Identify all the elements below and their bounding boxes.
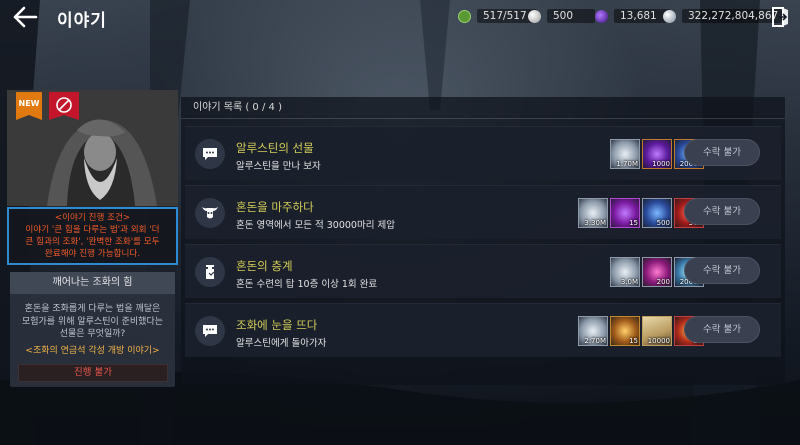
crystal-icon	[595, 9, 608, 23]
condition-line: 큰 힘과의 조화', '완벽한 조화'를 모두	[25, 237, 160, 247]
purple-chest-reward-icon[interactable]: 15	[610, 198, 640, 228]
resource-stamina: 517/517	[458, 8, 537, 24]
top-bar: 이야기 517/517 500 13,681 322,272,804,867	[0, 0, 800, 34]
character-portrait: NEW	[7, 90, 178, 206]
story-item[interactable]: 알루스틴의 선물 알루스틴을 만나 보자 1.70M 1000 20000 수락…	[185, 126, 781, 180]
reward-count: 15	[629, 337, 638, 345]
resource-silver-value: 322,272,804,867	[688, 10, 779, 22]
resource-crystal-value: 13,681	[620, 10, 657, 22]
pearl-icon	[528, 9, 541, 23]
reward-count: 1.70M	[616, 160, 638, 168]
arrow-left-icon	[13, 6, 38, 28]
tower-icon	[195, 257, 225, 287]
reward-count: 15	[629, 219, 638, 227]
story-item-subtitle: 혼돈 영역에서 모든 적 30000마리 제압	[236, 220, 395, 231]
proceed-button[interactable]: 진행 불가	[18, 364, 168, 382]
condition-line: 완료해야 진행 가능합니다.	[44, 249, 141, 259]
story-item[interactable]: 혼돈의 층계 혼돈 수련의 탑 10층 이상 1회 완료 3.0M 200 20…	[185, 244, 781, 298]
story-item-title: 조화에 눈을 뜨다	[236, 318, 318, 332]
resource-pearl: 500	[528, 8, 595, 24]
resource-stamina-value: 517/517	[483, 10, 527, 22]
story-description: 혼돈을 조화롭게 다루는 법을 깨달은 모험가를 위해 알루스틴이 준비했다는 …	[10, 303, 175, 341]
pink-crystal-reward-icon[interactable]: 200	[642, 257, 672, 287]
page-title: 이야기	[57, 11, 107, 31]
resource-pearl-value: 500	[553, 10, 574, 22]
reward-count: 2.70M	[584, 337, 606, 345]
accept-button[interactable]: 수락 불가	[684, 198, 760, 225]
back-button[interactable]	[10, 4, 40, 30]
silver-coin-reward-icon[interactable]: 3.0M	[610, 257, 640, 287]
story-desc-line: 모험가를 위해 알루스틴이 준비했다는	[21, 316, 164, 327]
stamina-icon	[458, 9, 471, 23]
accept-button[interactable]: 수락 불가	[684, 139, 760, 166]
chat-bubble-icon	[195, 316, 225, 346]
story-item-subtitle: 혼돈 수련의 탑 10층 이상 1회 완료	[236, 279, 378, 290]
story-item-subtitle: 알루스틴을 만나 보자	[236, 161, 321, 172]
unlock-description: <조화의 연금석 각성 개방 이야기>	[25, 345, 160, 356]
story-item-title: 알루스틴의 선물	[236, 141, 314, 155]
condition-line: <이야기 진행 조건>	[54, 213, 131, 223]
accept-button[interactable]: 수락 불가	[684, 257, 760, 284]
reward-count: 500	[656, 219, 670, 227]
silver-coin-reward-icon[interactable]: 1.70M	[610, 139, 640, 169]
story-item-title: 혼돈을 마주하다	[236, 200, 314, 214]
resource-silver: 322,272,804,867	[663, 8, 782, 24]
reward-count: 200	[656, 278, 670, 286]
resource-crystal: 13,681	[595, 8, 670, 24]
purple-crystal-reward-icon[interactable]: 1000	[642, 139, 672, 169]
silver-coin-reward-icon[interactable]: 3.30M	[578, 198, 608, 228]
reward-count: 3.0M	[620, 278, 638, 286]
exit-button[interactable]	[770, 6, 792, 28]
story-detail-panel: NEW <이야기 진행 조건> 이야기 '큰 힘을 다루는 법'과 외회 '더 …	[7, 90, 178, 387]
silver-coin-reward-icon[interactable]: 2.70M	[578, 316, 608, 346]
scroll-reward-icon[interactable]: 10000	[642, 316, 672, 346]
accept-button[interactable]: 수락 불가	[684, 316, 760, 343]
story-item[interactable]: 혼돈을 마주하다 혼돈 영역에서 모든 적 30000마리 제압 3.30M 1…	[185, 185, 781, 239]
progress-condition-box: <이야기 진행 조건> 이야기 '큰 힘을 다루는 법'과 외회 '더 큰 힘과…	[7, 207, 178, 265]
condition-line: 이야기 '큰 힘을 다루는 법'과 외회 '더	[25, 225, 160, 235]
story-list: 이야기 목록 ( 0 / 4 ) 알루스틴의 선물 알루스틴을 만나 보자 1.…	[181, 97, 785, 385]
prohibited-icon	[56, 97, 72, 113]
story-item-title: 혼돈의 층계	[236, 259, 293, 273]
story-desc-line: 선물은 무엇일까?	[59, 329, 126, 339]
gold-gem-reward-icon[interactable]: 15	[610, 316, 640, 346]
reward-count: 1000	[652, 160, 670, 168]
chat-bubble-icon	[195, 139, 225, 169]
story-item-subtitle: 알루스틴에게 돌아가자	[236, 338, 327, 349]
story-list-header: 이야기 목록 ( 0 / 4 )	[181, 97, 785, 119]
bull-skull-icon	[195, 198, 225, 228]
story-info-box: 깨어나는 조화의 힘 혼돈을 조화롭게 다루는 법을 깨달은 모험가를 위해 알…	[10, 272, 175, 387]
reward-count: 10000	[647, 337, 670, 345]
blue-orb-reward-icon[interactable]: 500	[642, 198, 672, 228]
story-item[interactable]: 조화에 눈을 뜨다 알루스틴에게 돌아가자 2.70M 15 10000 10 …	[185, 303, 781, 357]
story-title: 깨어나는 조화의 힘	[10, 272, 175, 294]
exit-door-icon	[772, 7, 788, 27]
reward-count: 3.30M	[584, 219, 606, 227]
silver-coin-icon	[663, 9, 676, 23]
story-desc-line: 혼돈을 조화롭게 다루는 법을 깨달은	[24, 304, 161, 314]
